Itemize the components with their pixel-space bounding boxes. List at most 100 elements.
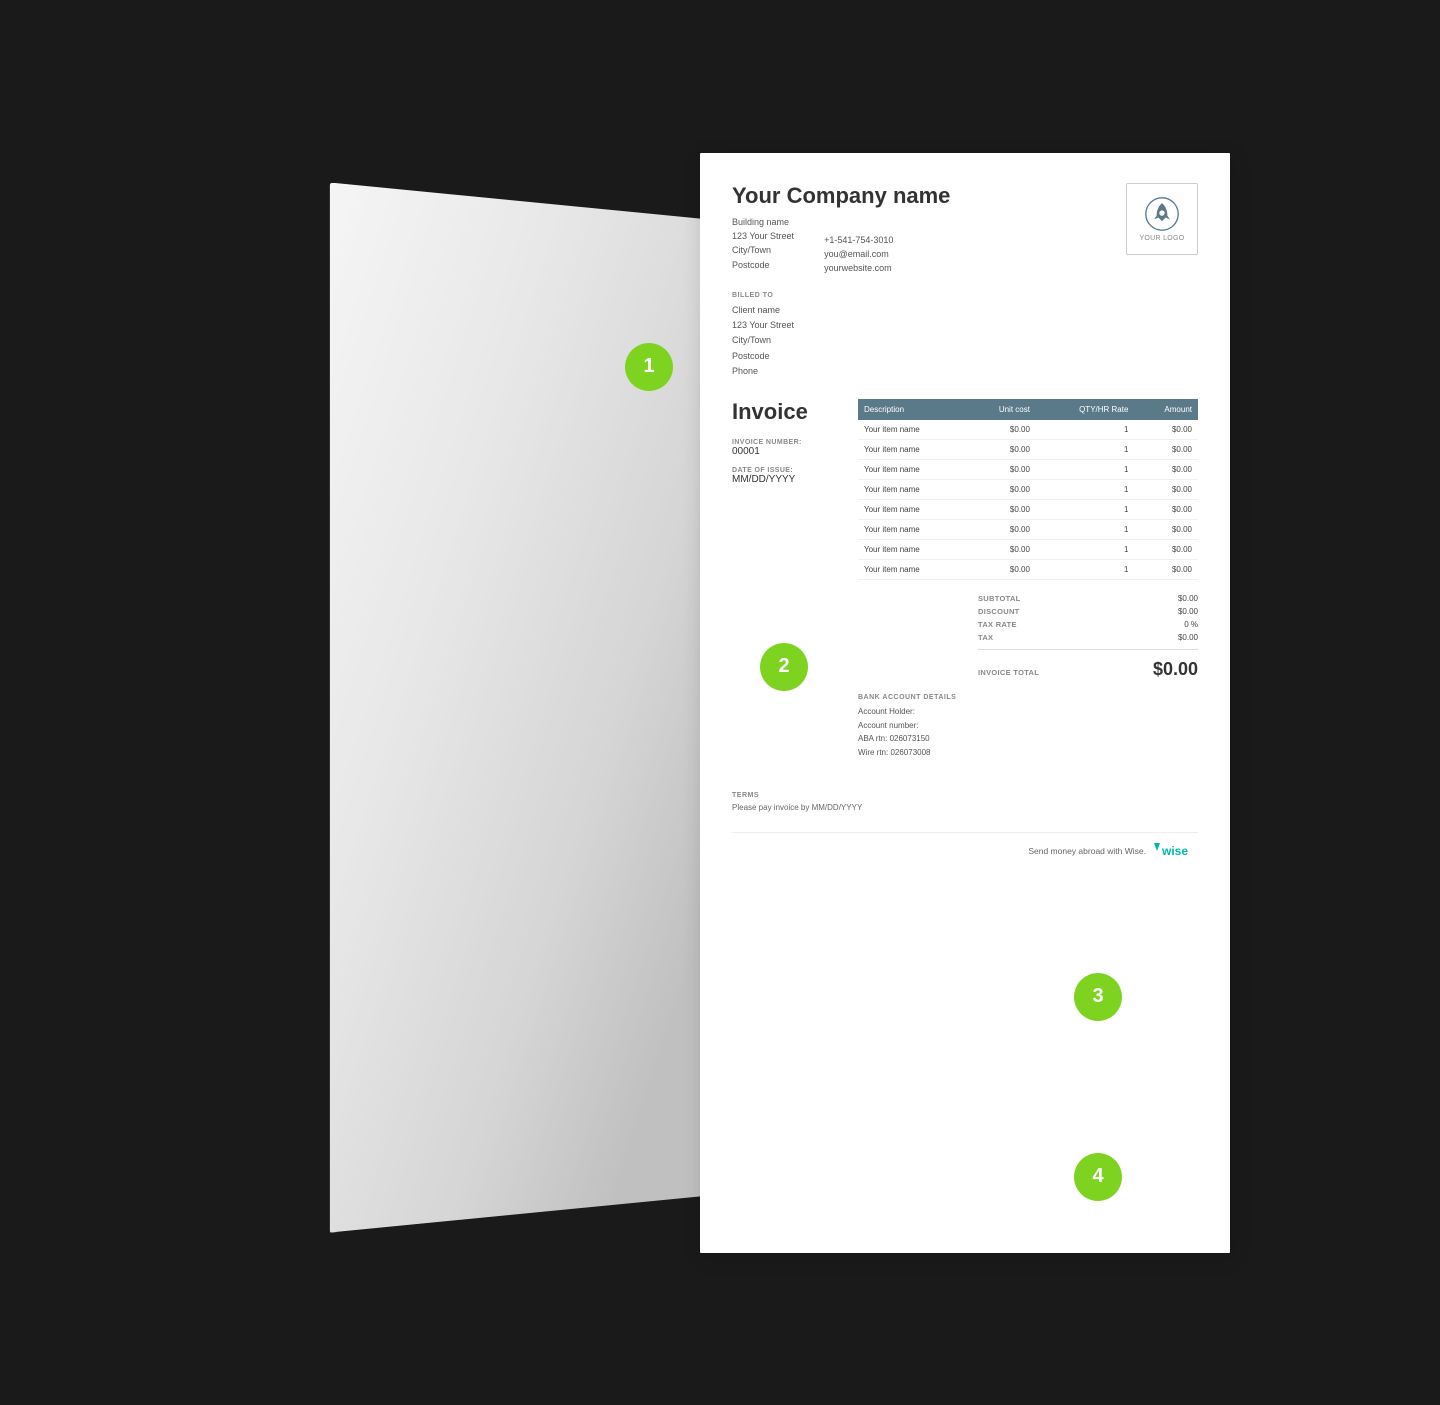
- col-description: Description: [858, 399, 967, 420]
- cell-amount: $0.00: [1134, 420, 1198, 440]
- table-row: Your item name $0.00 1 $0.00: [858, 440, 1198, 460]
- cell-unit-cost: $0.00: [967, 540, 1036, 560]
- cell-description: Your item name: [858, 560, 967, 580]
- invoice-paper: Your Company name Building name 123 Your…: [700, 153, 1230, 1253]
- totals-divider: [978, 649, 1198, 650]
- svg-text:wise: wise: [1161, 844, 1188, 858]
- invoice-right: Description Unit cost QTY/HR Rate Amount…: [858, 399, 1198, 759]
- col-unit-cost: Unit cost: [967, 399, 1036, 420]
- invoice-date-label: DATE OF ISSUE:: [732, 467, 842, 474]
- invoice-total-label: INVOICE TOTAL: [978, 668, 1039, 677]
- cell-unit-cost: $0.00: [967, 480, 1036, 500]
- table-row: Your item name $0.00 1 $0.00: [858, 460, 1198, 480]
- table-row: Your item name $0.00 1 $0.00: [858, 500, 1198, 520]
- cell-unit-cost: $0.00: [967, 520, 1036, 540]
- cell-qty: 1: [1036, 440, 1134, 460]
- tax-rate-label: TAX RATE: [978, 620, 1017, 629]
- billed-info: Client name 123 Your Street City/Town Po…: [732, 303, 1198, 379]
- invoice-left: Invoice INVOICE NUMBER: 00001 DATE OF IS…: [732, 399, 842, 759]
- company-contact-block: Building name 123 Your Street City/Town …: [732, 215, 950, 276]
- table-body: Your item name $0.00 1 $0.00 Your item n…: [858, 420, 1198, 580]
- subtotal-row: SUBTOTAL $0.00: [978, 592, 1198, 605]
- discount-label: DIsCoUnT: [978, 607, 1020, 616]
- terms-section: TERMS Please pay invoice by MM/DD/YYYY: [732, 784, 1198, 812]
- contact-info: +1-541-754-3010 you@email.com yourwebsit…: [824, 233, 893, 276]
- cell-description: Your item name: [858, 480, 967, 500]
- cell-description: Your item name: [858, 500, 967, 520]
- invoice-total-row: INVOICE TOTAL $0.00: [978, 655, 1198, 680]
- cell-unit-cost: $0.00: [967, 560, 1036, 580]
- scene: 1 2 3 4 Your Company name Building name …: [270, 103, 1170, 1303]
- cell-description: Your item name: [858, 540, 967, 560]
- cell-description: Your item name: [858, 520, 967, 540]
- cell-qty: 1: [1036, 520, 1134, 540]
- badge-1: 1: [625, 343, 673, 391]
- totals-table: SUBTOTAL $0.00 DIsCoUnT $0.00 TAX RATE 0…: [978, 592, 1198, 680]
- table-header: Description Unit cost QTY/HR Rate Amount: [858, 399, 1198, 420]
- cell-unit-cost: $0.00: [967, 440, 1036, 460]
- tax-label: TAX: [978, 633, 993, 642]
- cell-unit-cost: $0.00: [967, 500, 1036, 520]
- cell-description: Your item name: [858, 440, 967, 460]
- bank-info: Account Holder: Account number: ABA rtn:…: [858, 705, 1198, 759]
- bank-section: BANK ACCOUNT DETAILS Account Holder: Acc…: [858, 694, 1198, 759]
- cell-qty: 1: [1036, 540, 1134, 560]
- bank-section-label: BANK ACCOUNT DETAILS: [858, 694, 1198, 701]
- terms-label: TERMS: [732, 792, 1198, 799]
- discount-value: $0.00: [1178, 607, 1198, 616]
- rocket-icon: [1144, 196, 1180, 232]
- cell-qty: 1: [1036, 460, 1134, 480]
- discount-row: DIsCoUnT $0.00: [978, 605, 1198, 618]
- company-name: Your Company name: [732, 183, 950, 209]
- invoice-title: Invoice: [732, 399, 842, 425]
- tax-row: TAX $0.00: [978, 631, 1198, 644]
- cell-qty: 1: [1036, 420, 1134, 440]
- cell-amount: $0.00: [1134, 440, 1198, 460]
- table-row: Your item name $0.00 1 $0.00: [858, 560, 1198, 580]
- terms-text: Please pay invoice by MM/DD/YYYY: [732, 803, 1198, 812]
- tax-rate-row: TAX RATE 0 %: [978, 618, 1198, 631]
- cell-unit-cost: $0.00: [967, 460, 1036, 480]
- cell-amount: $0.00: [1134, 500, 1198, 520]
- invoice-total-amount: $0.00: [1153, 659, 1198, 680]
- cell-description: Your item name: [858, 460, 967, 480]
- invoice-number-value: 00001: [732, 446, 842, 457]
- table-row: Your item name $0.00 1 $0.00: [858, 520, 1198, 540]
- col-qty: QTY/HR Rate: [1036, 399, 1134, 420]
- totals-section: SUBTOTAL $0.00 DIsCoUnT $0.00 TAX RATE 0…: [858, 592, 1198, 680]
- billed-to-label: BILLED TO: [732, 292, 1198, 299]
- cell-amount: $0.00: [1134, 540, 1198, 560]
- company-address: Building name 123 Your Street City/Town …: [732, 215, 794, 276]
- badge-2: 2: [760, 643, 808, 691]
- cell-qty: 1: [1036, 560, 1134, 580]
- company-block: Your Company name Building name 123 Your…: [732, 183, 950, 276]
- cell-amount: $0.00: [1134, 560, 1198, 580]
- subtotal-label: SUBTOTAL: [978, 594, 1021, 603]
- cell-unit-cost: $0.00: [967, 420, 1036, 440]
- invoice-date-value: MM/DD/YYYY: [732, 474, 842, 485]
- paper-fold: [330, 183, 760, 1233]
- badge-4: 4: [1074, 1153, 1122, 1201]
- tax-value: $0.00: [1178, 633, 1198, 642]
- cell-amount: $0.00: [1134, 460, 1198, 480]
- wise-brand-icon: wise: [1154, 843, 1198, 859]
- cell-description: Your item name: [858, 420, 967, 440]
- cell-qty: 1: [1036, 480, 1134, 500]
- cell-amount: $0.00: [1134, 520, 1198, 540]
- wise-logo: wise: [1154, 843, 1198, 859]
- subtotal-value: $0.00: [1178, 594, 1198, 603]
- invoice-main: Invoice INVOICE NUMBER: 00001 DATE OF IS…: [732, 399, 1198, 759]
- logo-box: YOUR LOGO: [1126, 183, 1198, 255]
- cell-amount: $0.00: [1134, 480, 1198, 500]
- invoice-number-label: INVOICE NUMBER:: [732, 439, 842, 446]
- table-row: Your item name $0.00 1 $0.00: [858, 420, 1198, 440]
- col-amount: Amount: [1134, 399, 1198, 420]
- billed-section: BILLED TO Client name 123 Your Street Ci…: [732, 292, 1198, 379]
- table-row: Your item name $0.00 1 $0.00: [858, 480, 1198, 500]
- invoice-header: Your Company name Building name 123 Your…: [732, 183, 1198, 276]
- footer-text: Send money abroad with Wise.: [1028, 846, 1146, 856]
- badge-3: 3: [1074, 973, 1122, 1021]
- cell-qty: 1: [1036, 500, 1134, 520]
- invoice-table: Description Unit cost QTY/HR Rate Amount…: [858, 399, 1198, 580]
- table-row: Your item name $0.00 1 $0.00: [858, 540, 1198, 560]
